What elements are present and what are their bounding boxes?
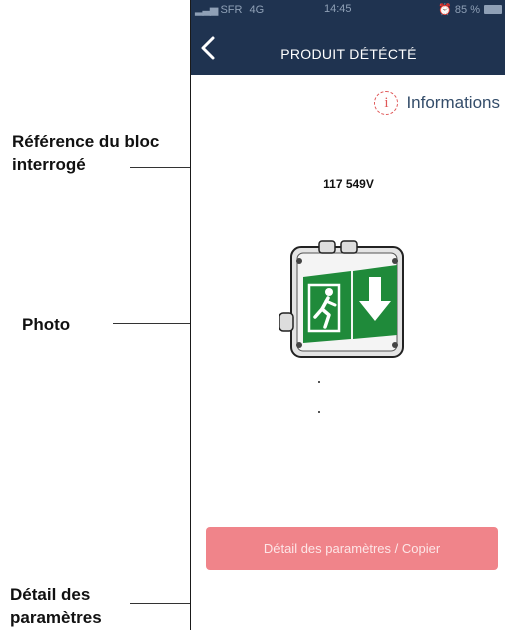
- signal-icon: ▂▃▅: [195, 4, 218, 16]
- leader-line-reference: [130, 167, 190, 168]
- annotation-detail-text: Détail des paramètres: [10, 585, 102, 627]
- annotation-reference: Référence du bloc interrogé: [12, 132, 160, 174]
- informations-link[interactable]: i Informations: [374, 90, 500, 116]
- detail-parameters-button[interactable]: Détail des paramètres / Copier: [206, 527, 498, 570]
- info-icon: i: [374, 91, 399, 115]
- exit-sign-image: [278, 240, 404, 358]
- signal-carrier: ▂▃▅ SFR 4G: [195, 3, 264, 16]
- alarm-icon: ⏰: [438, 4, 452, 16]
- battery-level: ⏰ 85 %: [438, 3, 480, 16]
- navigation-bar: PRODUIT DÉTÉCTÉ: [191, 20, 505, 75]
- informations-label: Informations: [406, 93, 500, 112]
- carrier-name: SFR: [220, 4, 243, 16]
- annotation-photo: Photo: [22, 315, 71, 334]
- dot-marker: [318, 381, 320, 383]
- annotation-detail: Détail des paramètres: [10, 583, 135, 629]
- battery-icon: [484, 5, 502, 14]
- product-reference: 117 549V: [323, 177, 374, 191]
- network-type: 4G: [249, 4, 265, 16]
- status-time: 14:45: [324, 3, 352, 15]
- leader-line-photo: [113, 323, 190, 324]
- phone-screen: ▂▃▅ SFR 4G 14:45 ⏰ 85 % PRODUIT DÉTÉCTÉ …: [190, 0, 505, 630]
- page-title: PRODUIT DÉTÉCTÉ: [280, 46, 417, 62]
- status-bar: ▂▃▅ SFR 4G 14:45 ⏰ 85 %: [191, 0, 505, 20]
- product-photo: [278, 237, 409, 367]
- dot-marker: [318, 411, 320, 413]
- battery-percent: 85 %: [454, 4, 480, 16]
